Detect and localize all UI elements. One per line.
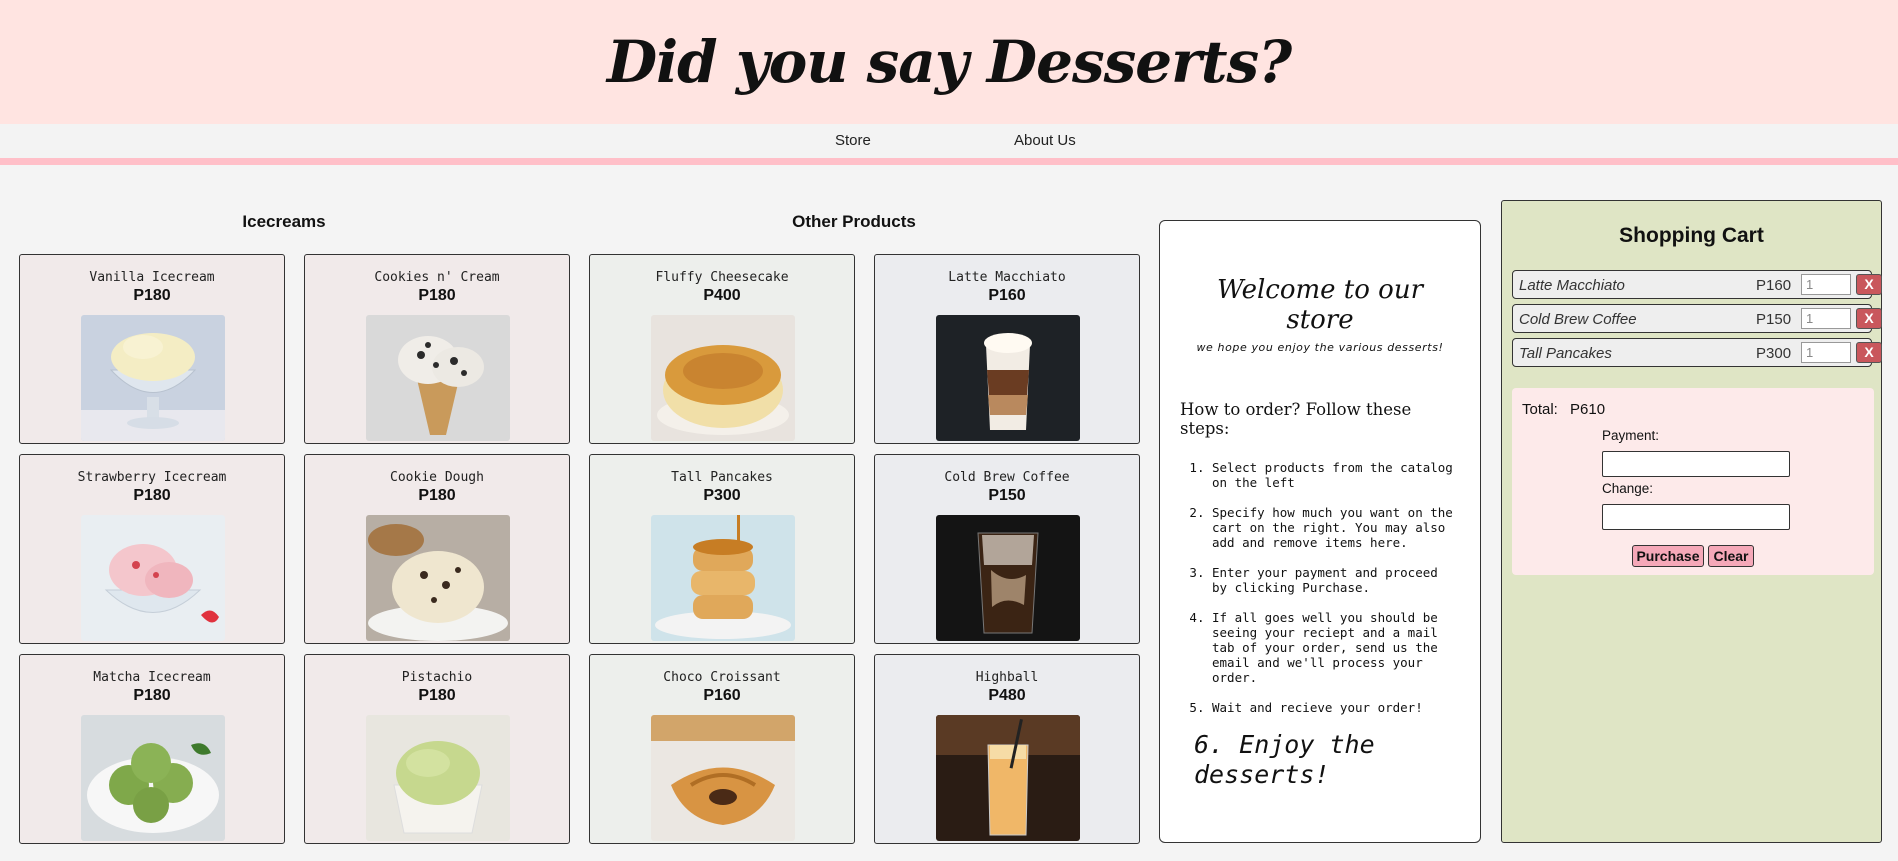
remove-item-button[interactable]: X [1856,308,1882,329]
payment-label: Payment: [1602,428,1660,443]
cart-item-quantity-input[interactable] [1801,342,1851,363]
product-name: Pistachio [401,670,473,685]
total-value: P610 [1570,401,1606,418]
cold-brew-coffee-image [936,515,1080,641]
cart-title: Shopping Cart [1619,224,1764,247]
product-card-cold-brew-coffee[interactable]: Cold Brew Coffee P150 [874,454,1140,644]
product-card-latte-macchiato[interactable]: Latte Macchiato P160 [874,254,1140,444]
product-card-tall-pancakes[interactable]: Tall Pancakes P300 [589,454,855,644]
product-name: Cookies n' Cream [374,270,500,285]
cart-item-price: P300 [1756,345,1792,362]
cart-item-quantity-input[interactable] [1801,274,1851,295]
total-label: Total: [1522,401,1558,418]
fluffy-cheesecake-image [651,315,795,441]
cart-item: Latte Macchiato P160 X [1512,270,1882,299]
product-price: P180 [418,487,456,504]
product-card-highball[interactable]: Highball P480 [874,654,1140,844]
product-card-choco-croissant[interactable]: Choco Croissant P160 [589,654,855,844]
product-name: Latte Macchiato [948,270,1066,285]
final-step: 6. Enjoy the desserts! [1194,730,1375,789]
product-name: Strawberry Icecream [77,470,227,485]
cart-item-name: Tall Pancakes [1519,345,1612,362]
cart-item-price: P160 [1756,277,1792,294]
pistachio-image [366,715,510,841]
section-title-other-products: Other Products [792,212,916,231]
choco-croissant-image [651,715,795,841]
cart-item-quantity-input[interactable] [1801,308,1851,329]
latte-macchiato-image [936,315,1080,441]
purchase-button[interactable]: Purchase [1632,545,1704,567]
order-step: Wait and recieve your order! [1212,700,1460,715]
change-label: Change: [1602,481,1654,496]
nav-about-link[interactable]: About Us [1014,124,1076,158]
product-name: Cookie Dough [390,470,484,485]
product-name: Tall Pancakes [671,470,773,485]
product-name: Choco Croissant [663,670,781,685]
cart-item: Tall Pancakes P300 X [1512,338,1882,367]
cart-item-name: Cold Brew Coffee [1519,311,1637,328]
product-price: P180 [418,287,456,304]
product-name: Matcha Icecream [93,670,211,685]
remove-item-button[interactable]: X [1856,342,1882,363]
nav-store-link[interactable]: Store [835,124,871,158]
product-card-strawberry-icecream[interactable]: Strawberry Icecream P180 [19,454,285,644]
product-card-cookies-n-cream[interactable]: Cookies n' Cream P180 [304,254,570,444]
matcha-icecream-image [81,715,225,841]
product-price: P180 [418,687,456,704]
tall-pancakes-image [651,515,795,641]
order-steps-list: Select products from the catalog on the … [1180,460,1460,715]
product-price: P300 [703,487,741,504]
product-price: P400 [703,287,741,304]
payment-input[interactable] [1602,451,1790,477]
product-card-cookie-dough[interactable]: Cookie Dough P180 [304,454,570,644]
order-step: If all goes well you should be seeing yo… [1212,610,1460,685]
product-name: Fluffy Cheesecake [655,270,789,285]
product-price: P160 [703,687,741,704]
product-card-matcha-icecream[interactable]: Matcha Icecream P180 [19,654,285,844]
cart-item: Cold Brew Coffee P150 X [1512,304,1882,333]
clear-button[interactable]: Clear [1708,545,1754,567]
order-step: Enter your payment and proceed by clicki… [1212,565,1460,595]
product-price: P180 [133,487,171,504]
product-card-pistachio[interactable]: Pistachio P180 [304,654,570,844]
site-title: Did you say Desserts? [606,28,1292,96]
cookie-dough-image [366,515,510,641]
product-name: Cold Brew Coffee [944,470,1070,485]
site-header: Did you say Desserts? [0,0,1898,124]
product-card-fluffy-cheesecake[interactable]: Fluffy Cheesecake P400 [589,254,855,444]
product-price: P150 [988,487,1026,504]
product-name: Vanilla Icecream [89,270,215,285]
cart-item-name: Latte Macchiato [1519,277,1625,294]
welcome-panel: Welcome to our store we hope you enjoy t… [1159,220,1481,843]
product-price: P480 [988,687,1026,704]
product-price: P160 [988,287,1026,304]
remove-item-button[interactable]: X [1856,274,1882,295]
vanilla-icecream-image [81,315,225,441]
nav-bar: Store About Us [0,124,1898,165]
welcome-subtitle: we hope you enjoy the various desserts! [1196,341,1444,354]
product-price: P180 [133,687,171,704]
product-card-vanilla-icecream[interactable]: Vanilla Icecream P180 [19,254,285,444]
section-title-icecreams: Icecreams [242,212,326,231]
highball-image [936,715,1080,841]
change-input[interactable] [1602,504,1790,530]
shopping-cart: Shopping Cart Latte Macchiato P160 X Col… [1501,200,1882,843]
product-name: Highball [975,670,1039,685]
how-to-order-heading: How to order? Follow these steps: [1180,400,1412,438]
product-price: P180 [133,287,171,304]
cart-item-price: P150 [1756,311,1792,328]
checkout-panel: Total: P610 Payment: Change: Purchase Cl… [1512,388,1874,575]
order-step: Specify how much you want on the cart on… [1212,505,1460,550]
order-step: Select products from the catalog on the … [1212,460,1460,490]
cookies-n-cream-image [366,315,510,441]
welcome-title: Welcome to our store [1216,275,1424,335]
strawberry-icecream-image [81,515,225,641]
